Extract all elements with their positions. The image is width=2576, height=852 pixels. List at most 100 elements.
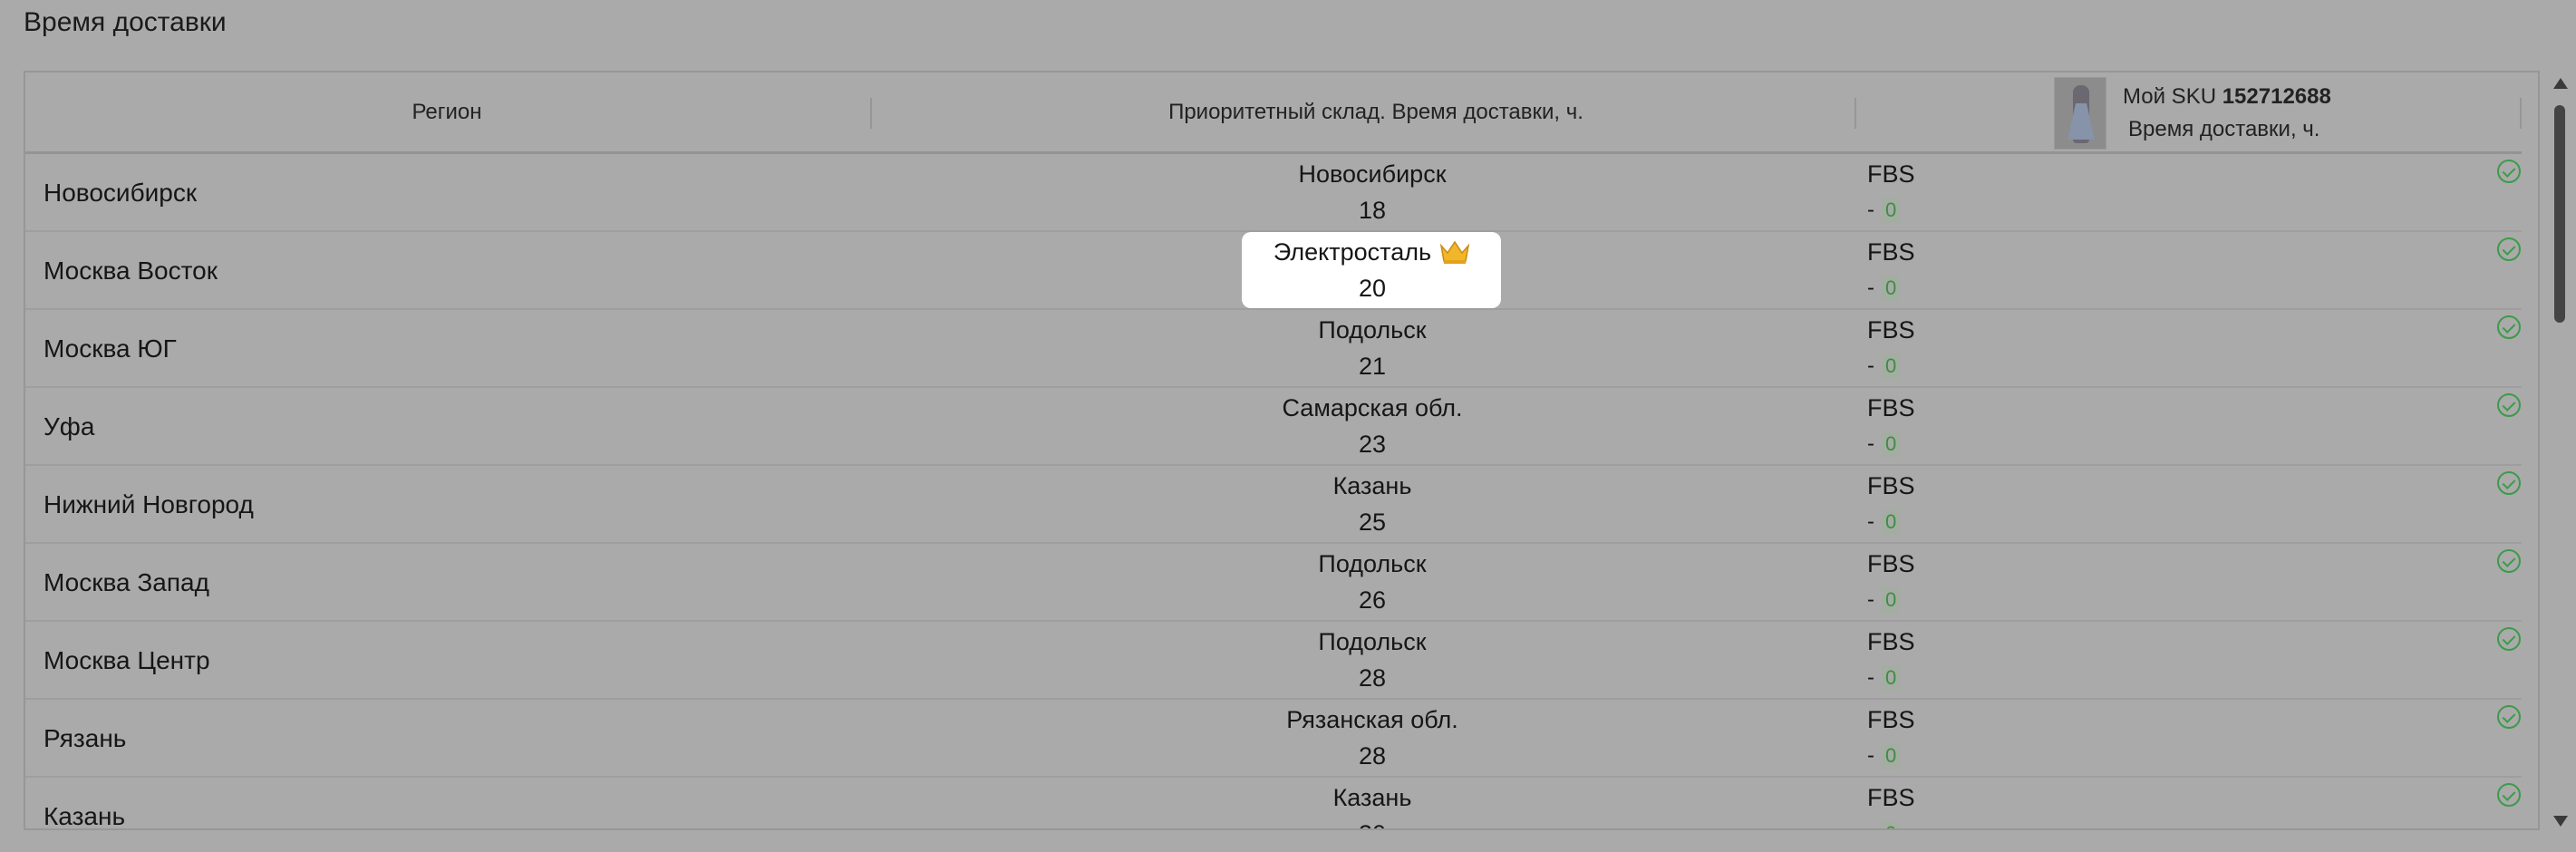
- dash-text: -: [1867, 353, 1874, 378]
- fulfillment-type: FBS: [1867, 316, 1915, 344]
- warehouse-name: Подольск: [1318, 550, 1427, 577]
- sku-delivery-value: 0: [1882, 587, 1901, 613]
- check-circle-icon: [2497, 549, 2521, 573]
- warehouse-name: Самарская обл.: [1282, 394, 1463, 421]
- dash-text: -: [1867, 509, 1874, 534]
- priority-warehouse-cell: Казань 30: [1236, 779, 1508, 828]
- check-circle-icon: [2497, 393, 2521, 417]
- delivery-hours: 21: [1358, 353, 1387, 380]
- fulfillment-type: FBS: [1867, 160, 1915, 188]
- scroll-down-arrow-icon[interactable]: [2553, 816, 2568, 827]
- check-circle-icon: [2497, 705, 2521, 729]
- warehouse-name: Подольск: [1318, 628, 1427, 655]
- check-circle-icon: [2497, 160, 2521, 183]
- priority-warehouse-cell: Подольск 21: [1236, 312, 1508, 384]
- check-circle-icon: [2497, 627, 2521, 651]
- my-sku-cell: FBS - 0: [1867, 546, 1915, 618]
- column-header-region[interactable]: Регион: [25, 73, 868, 152]
- check-circle-icon: [2497, 783, 2521, 807]
- region-cell: Новосибирск: [44, 179, 198, 207]
- fulfillment-type: FBS: [1867, 784, 1915, 811]
- delivery-hours: 28: [1358, 664, 1387, 692]
- column-divider[interactable]: [2520, 98, 2522, 129]
- crown-icon: [1439, 240, 1470, 264]
- table-row[interactable]: Москва ЮГ Подольск 21 FBS - 0: [25, 310, 2522, 388]
- table-row[interactable]: Москва Восток Электросталь 20 FBS - 0: [25, 232, 2522, 310]
- warehouse-name: Подольск: [1318, 316, 1427, 344]
- region-cell: Рязань: [44, 724, 127, 752]
- priority-warehouse-cell: Рязанская обл. 28: [1236, 702, 1508, 774]
- product-thumbnail[interactable]: [2054, 77, 2106, 150]
- sku-delivery-value: 0: [1882, 276, 1901, 301]
- vertical-scrollbar[interactable]: [2551, 74, 2571, 830]
- table-row[interactable]: Рязань Рязанская обл. 28 FBS - 0: [25, 700, 2522, 778]
- warehouse-name: Казань: [1332, 472, 1412, 499]
- my-sku-cell: FBS - 0: [1867, 156, 1915, 228]
- warehouse-name: Казань: [1332, 784, 1412, 811]
- column-header-my-sku[interactable]: Мой SKU 152712688 Время доставки, ч.: [2054, 76, 2489, 150]
- column-header-priority-warehouse[interactable]: Приоритетный склад. Время доставки, ч.: [872, 73, 1880, 152]
- warehouse-name: Электросталь: [1273, 238, 1432, 266]
- sku-delivery-value: 0: [1882, 743, 1901, 769]
- priority-warehouse-cell: Электросталь 20: [1236, 234, 1508, 306]
- my-sku-cell: FBS - 0: [1867, 312, 1915, 384]
- fulfillment-type: FBS: [1867, 472, 1915, 499]
- delivery-hours: 28: [1358, 742, 1387, 770]
- sku-delivery-value: 0: [1882, 353, 1901, 379]
- table-row[interactable]: Москва Центр Подольск 28 FBS - 0: [25, 622, 2522, 700]
- check-circle-icon: [2497, 237, 2521, 261]
- delivery-hours: 20: [1358, 275, 1387, 302]
- fulfillment-type: FBS: [1867, 706, 1915, 733]
- region-cell: Казань: [44, 802, 126, 830]
- region-cell: Москва Запад: [44, 568, 209, 596]
- dash-text: -: [1867, 198, 1874, 222]
- fulfillment-type: FBS: [1867, 550, 1915, 577]
- check-circle-icon: [2497, 315, 2521, 339]
- sku-delivery-value: 0: [1882, 198, 1901, 223]
- delivery-hours: 26: [1358, 586, 1387, 614]
- region-cell: Москва Центр: [44, 646, 210, 674]
- sku-delivery-value: 0: [1882, 509, 1901, 535]
- priority-warehouse-cell: Новосибирск 18: [1236, 156, 1508, 228]
- delivery-hours: 25: [1358, 508, 1387, 536]
- table-header: Регион Приоритетный склад. Время доставк…: [25, 73, 2522, 154]
- sku-label: Мой SKU: [2123, 84, 2217, 109]
- region-cell: Москва ЮГ: [44, 334, 177, 363]
- table-row[interactable]: Уфа Самарская обл. 23 FBS - 0: [25, 388, 2522, 466]
- delivery-hours: 23: [1358, 431, 1387, 458]
- check-circle-icon: [2497, 471, 2521, 495]
- column-divider[interactable]: [1855, 98, 1856, 129]
- my-sku-cell: FBS - 0: [1867, 624, 1915, 696]
- my-sku-cell: FBS - 0: [1867, 390, 1915, 462]
- scroll-up-arrow-icon[interactable]: [2553, 78, 2568, 89]
- dash-text: -: [1867, 665, 1874, 690]
- sku-delivery-value: 0: [1882, 821, 1901, 828]
- sku-delivery-value: 0: [1882, 665, 1901, 691]
- delivery-time-table: Регион Приоритетный склад. Время доставк…: [24, 71, 2540, 830]
- fulfillment-type: FBS: [1867, 238, 1915, 266]
- dash-text: -: [1867, 743, 1874, 768]
- table-row[interactable]: Нижний Новгород Казань 25 FBS - 0: [25, 466, 2522, 544]
- fulfillment-type: FBS: [1867, 394, 1915, 421]
- delivery-hours: 18: [1358, 197, 1387, 224]
- section-title: Время доставки: [24, 7, 227, 37]
- priority-warehouse-cell: Подольск 26: [1236, 546, 1508, 618]
- table-row[interactable]: Москва Запад Подольск 26 FBS - 0: [25, 544, 2522, 622]
- scrollbar-thumb[interactable]: [2554, 105, 2565, 323]
- dash-text: -: [1867, 276, 1874, 300]
- region-cell: Москва Восток: [44, 257, 218, 285]
- region-cell: Уфа: [44, 412, 95, 441]
- region-cell: Нижний Новгород: [44, 490, 254, 518]
- warehouse-name: Рязанская обл.: [1286, 706, 1458, 733]
- table-row[interactable]: Новосибирск Новосибирск 18 FBS - 0: [25, 154, 2522, 232]
- table-row[interactable]: Казань Казань 30 FBS - 0: [25, 778, 2522, 830]
- dash-text: -: [1867, 587, 1874, 612]
- my-sku-cell: FBS - 0: [1867, 234, 1915, 306]
- sku-delivery-value: 0: [1882, 431, 1901, 457]
- dash-text: -: [1867, 431, 1874, 456]
- delivery-hours: 30: [1236, 816, 1508, 828]
- my-sku-cell: FBS - 0: [1867, 779, 1915, 828]
- my-sku-cell: FBS - 0: [1867, 468, 1915, 540]
- priority-warehouse-cell: Подольск 28: [1236, 624, 1508, 696]
- priority-warehouse-cell: Казань 25: [1236, 468, 1508, 540]
